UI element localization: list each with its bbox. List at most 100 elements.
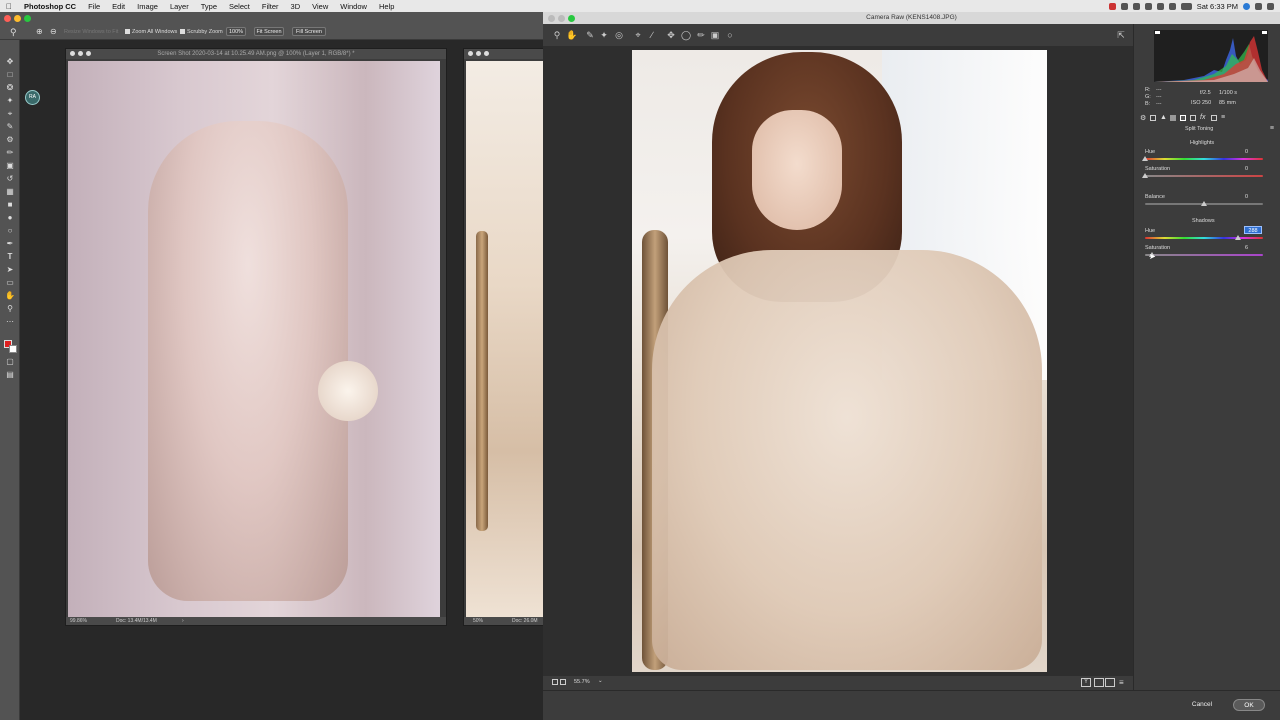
close-button[interactable]	[70, 51, 75, 56]
zoom-readout[interactable]: 99.86%	[70, 617, 87, 625]
fit-screen-button[interactable]: Fit Screen	[254, 27, 284, 36]
spotlight-icon[interactable]	[1255, 2, 1262, 10]
ok-button[interactable]: OK	[1233, 699, 1265, 711]
highlights-sat-thumb[interactable]	[1142, 173, 1148, 178]
close-button[interactable]	[4, 15, 11, 22]
document-window-1[interactable]: Screen Shot 2020-03-14 at 10.25.49 AM.pn…	[65, 48, 447, 626]
zoom-dropdown-icon[interactable]: ⌄	[598, 678, 603, 684]
shadows-sat-slider[interactable]	[1145, 254, 1263, 256]
spot-removal-icon[interactable]: ◯	[681, 30, 691, 40]
menu-image[interactable]: Image	[131, 2, 164, 11]
shadows-hue-value[interactable]: 288	[1244, 226, 1262, 234]
preview-image[interactable]	[632, 50, 1047, 672]
dodge-tool-icon[interactable]: ○	[5, 227, 15, 235]
eraser-tool-icon[interactable]: ▦	[5, 188, 15, 196]
path-select-icon[interactable]: ➤	[5, 266, 15, 274]
quick-mask-icon[interactable]: ▢	[5, 358, 15, 366]
swap-settings-icon[interactable]	[1094, 678, 1104, 687]
apple-icon[interactable]: 	[0, 2, 18, 11]
tray-icon[interactable]	[1108, 2, 1116, 10]
zoom-all-checkbox[interactable]	[125, 29, 130, 34]
zoom-all-option[interactable]: Zoom All Windows	[132, 29, 177, 35]
tab-presets-icon[interactable]: ≡	[1221, 114, 1225, 121]
healing-brush-icon[interactable]: ⚙	[5, 136, 15, 144]
ra-badge[interactable]: RA	[25, 90, 40, 105]
menu-help[interactable]: Help	[373, 2, 400, 11]
shadows-hue-slider[interactable]	[1145, 237, 1263, 239]
tray-icon[interactable]	[1132, 2, 1140, 10]
tab-hsl-icon[interactable]	[1170, 115, 1176, 121]
close-button[interactable]	[468, 51, 473, 56]
screen-mode-icon[interactable]: ▤	[5, 371, 15, 379]
shadows-hue-thumb[interactable]	[1235, 235, 1241, 240]
menu-edit[interactable]: Edit	[106, 2, 131, 11]
shadows-sat-value[interactable]: 6	[1234, 245, 1248, 251]
zoom-tool-icon[interactable]: ⚲	[5, 305, 15, 313]
crop-tool-icon[interactable]: ⌖	[5, 110, 15, 118]
highlights-sat-value[interactable]: 0	[1234, 166, 1248, 172]
eyedropper-icon[interactable]: ✎	[5, 123, 15, 131]
pen-tool-icon[interactable]: ✒	[5, 240, 15, 248]
highlights-hue-slider[interactable]	[1145, 158, 1263, 160]
menu-select[interactable]: Select	[223, 2, 256, 11]
graduated-filter-icon[interactable]: ▣	[710, 30, 720, 40]
clock[interactable]: Sat 6:33 PM	[1197, 2, 1238, 11]
copy-settings-icon[interactable]	[1105, 678, 1115, 687]
move-tool-icon[interactable]: ✥	[5, 58, 15, 66]
user-icon[interactable]	[1243, 2, 1250, 10]
doc-size-readout[interactable]: Doc: 13.4M/13.4M	[116, 617, 157, 625]
targeted-adjust-icon[interactable]: ◎	[614, 30, 624, 40]
lasso-tool-icon[interactable]: ❂	[5, 84, 15, 92]
cancel-button[interactable]: Cancel	[1181, 699, 1223, 711]
close-button[interactable]	[548, 15, 555, 22]
zoom-out-icon[interactable]	[552, 679, 558, 685]
radial-filter-icon[interactable]: ○	[725, 30, 735, 40]
open-preferences-icon[interactable]: ⇱	[1116, 30, 1126, 40]
tab-split-toning-icon[interactable]	[1180, 115, 1186, 121]
blur-tool-icon[interactable]: ●	[5, 214, 15, 222]
type-tool-icon[interactable]: T	[5, 253, 15, 261]
tab-calibration-icon[interactable]	[1211, 115, 1217, 121]
tab-lens-icon[interactable]	[1190, 115, 1196, 121]
menu-layer[interactable]: Layer	[164, 2, 195, 11]
zoom-button[interactable]	[484, 51, 489, 56]
zoom-button[interactable]	[568, 15, 575, 22]
more-tools-icon[interactable]: ⋯	[5, 318, 15, 326]
tray-icon[interactable]	[1156, 2, 1164, 10]
straighten-tool-icon[interactable]: ∕	[647, 30, 657, 40]
tray-icon[interactable]	[1144, 2, 1152, 10]
history-brush-icon[interactable]: ↺	[5, 175, 15, 183]
zoom-in-icon[interactable]	[560, 679, 566, 685]
highlights-sat-slider[interactable]	[1145, 175, 1263, 177]
background-color[interactable]	[9, 345, 17, 353]
document-title[interactable]: Screen Shot 2020-03-14 at 10.25.49 AM.pn…	[66, 49, 446, 59]
minimize-button[interactable]	[78, 51, 83, 56]
battery-icon[interactable]	[1180, 2, 1192, 10]
fill-screen-button[interactable]: Fill Screen	[292, 27, 326, 36]
shape-tool-icon[interactable]: ▭	[5, 279, 15, 287]
menu-file[interactable]: File	[82, 2, 106, 11]
zoom-100-button[interactable]: 100%	[226, 27, 246, 36]
minimize-button[interactable]	[558, 15, 565, 22]
balance-value[interactable]: 0	[1234, 194, 1248, 200]
scrubby-checkbox[interactable]	[180, 29, 185, 34]
brush-tool-icon[interactable]: ✏	[5, 149, 15, 157]
menu-filter[interactable]: Filter	[256, 2, 285, 11]
tab-tone-curve-icon[interactable]	[1150, 115, 1156, 121]
hand-tool-icon[interactable]: ✋	[566, 30, 577, 40]
zoom-readout[interactable]: 50%	[473, 617, 483, 625]
hand-tool-icon[interactable]: ✋	[5, 292, 15, 300]
tab-detail-icon[interactable]: ▲	[1160, 114, 1167, 121]
before-after-icon[interactable]: Y	[1081, 678, 1091, 687]
quick-select-icon[interactable]: ✦	[5, 97, 15, 105]
balance-thumb[interactable]	[1201, 201, 1207, 206]
zoom-button[interactable]	[24, 15, 31, 22]
menu-3d[interactable]: 3D	[285, 2, 307, 11]
status-arrow-icon[interactable]: ›	[182, 617, 184, 625]
white-balance-icon[interactable]: ✎	[585, 30, 595, 40]
minimize-button[interactable]	[476, 51, 481, 56]
color-sampler-icon[interactable]: ✦	[599, 30, 609, 40]
menu-app[interactable]: Photoshop CC	[18, 2, 82, 11]
menu-type[interactable]: Type	[195, 2, 223, 11]
wifi-icon[interactable]	[1168, 2, 1176, 10]
